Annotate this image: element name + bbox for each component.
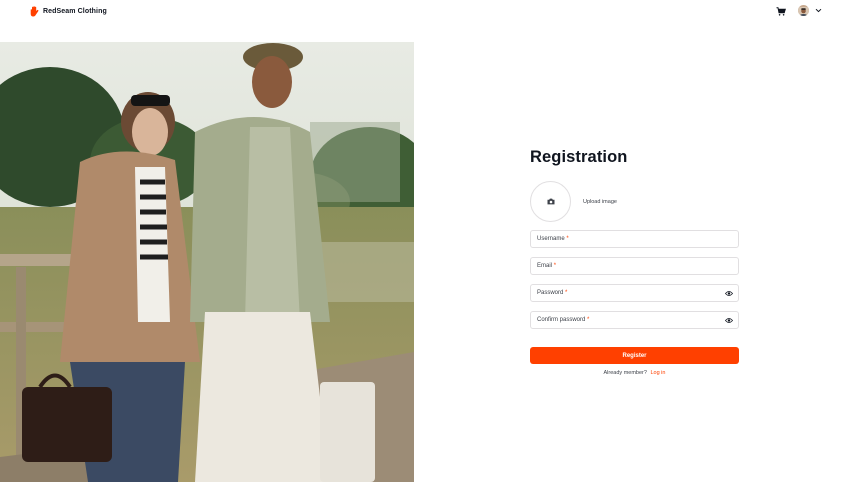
login-prompt: Already member? Log in [530,370,739,376]
registration-form: Registration Upload image Username * Ema… [530,148,739,376]
password-input[interactable] [531,289,738,305]
chevron-down-icon[interactable] [815,8,822,13]
user-avatar[interactable] [798,5,809,16]
username-field[interactable]: Username * [530,230,739,251]
upload-avatar-button[interactable] [530,181,571,222]
email-input[interactable] [531,262,738,278]
eye-icon[interactable] [725,317,733,324]
password-field[interactable]: Password * [530,284,739,305]
cart-icon[interactable] [776,7,786,16]
confirm-password-input[interactable] [531,316,738,332]
brand-name: RedSeam Clothing [43,8,107,15]
member-text: Already member? [603,370,647,376]
email-field[interactable]: Email * [530,257,739,278]
page-title: Registration [530,148,628,166]
register-button[interactable]: Register [530,347,739,364]
avatar-image [798,7,809,16]
upload-image-row[interactable]: Upload image [530,181,617,222]
brand-logo[interactable]: RedSeam Clothing [30,6,107,17]
upload-image-label[interactable]: Upload image [583,199,617,205]
login-link[interactable]: Log in [650,370,665,376]
camera-icon [547,198,554,205]
fashion-photo [0,42,414,482]
hero-image [0,42,414,482]
top-header: RedSeam Clothing [0,0,855,24]
username-input[interactable] [531,235,738,251]
hand-logo-icon [30,6,39,17]
eye-icon[interactable] [725,290,733,297]
confirm-password-field[interactable]: Confirm password * [530,311,739,332]
